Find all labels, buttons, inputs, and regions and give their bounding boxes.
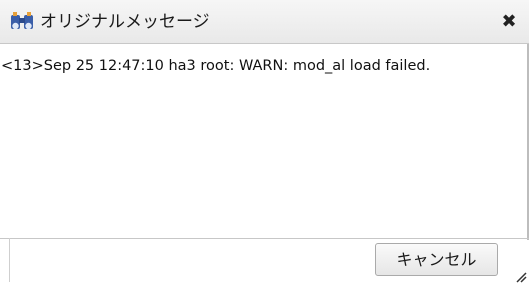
original-message-dialog: オリジナルメッセージ ✖ <13>Sep 25 12:47:10 ha3 roo… bbox=[0, 0, 529, 283]
resize-grip-icon[interactable] bbox=[515, 268, 527, 283]
dialog-titlebar[interactable]: オリジナルメッセージ ✖ bbox=[0, 0, 529, 44]
binoculars-icon bbox=[10, 11, 34, 33]
footer-divider bbox=[9, 238, 10, 282]
cancel-button[interactable]: キャンセル bbox=[375, 243, 498, 276]
message-content-area: <13>Sep 25 12:47:10 ha3 root: WARN: mod_… bbox=[0, 48, 529, 238]
close-button[interactable]: ✖ bbox=[499, 12, 519, 32]
original-message-text: <13>Sep 25 12:47:10 ha3 root: WARN: mod_… bbox=[1, 58, 431, 74]
dialog-title: オリジナルメッセージ bbox=[40, 12, 210, 32]
